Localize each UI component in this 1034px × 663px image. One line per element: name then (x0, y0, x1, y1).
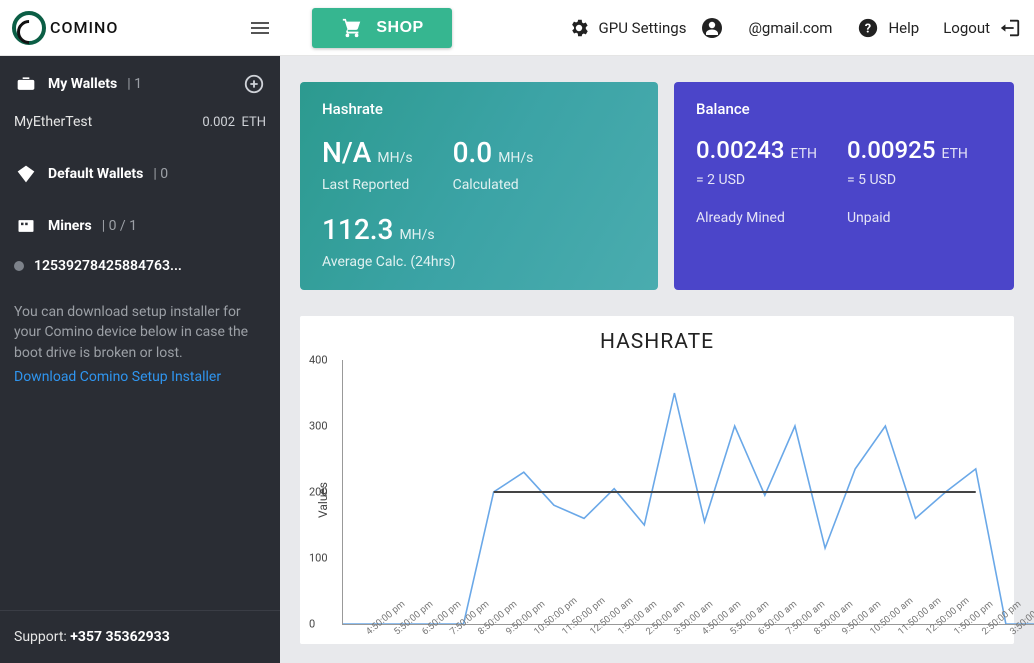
app-header: COMINO SHOP GPU Settings @gmail.com ? He… (0, 0, 1034, 56)
account-icon (700, 16, 724, 40)
menu-icon[interactable] (248, 16, 272, 40)
download-installer-link[interactable]: Download Comino Setup Installer (0, 369, 280, 385)
balance-mined: 0.00243 (696, 136, 785, 164)
miners-icon (14, 214, 38, 238)
miners-header[interactable]: Miners | 0 / 1 (0, 194, 280, 248)
sidebar: My Wallets | 1 MyEtherTest 0.002 ETH Def… (0, 56, 280, 663)
cart-icon (340, 16, 364, 40)
support-footer: Support: +357 35362933 (0, 610, 280, 663)
balance-card: Balance 0.00243ETH = 2 USD Already Mined… (674, 82, 1014, 290)
chart-title: HASHRATE (312, 330, 1002, 354)
my-wallets-header[interactable]: My Wallets | 1 (0, 56, 280, 104)
gpu-settings-link[interactable]: GPU Settings (567, 16, 725, 40)
logout-icon (998, 16, 1022, 40)
gpu-settings-label: GPU Settings (599, 19, 687, 37)
default-wallets-header[interactable]: Default Wallets | 0 (0, 140, 280, 194)
shop-button[interactable]: SHOP (312, 8, 451, 48)
hashrate-average: 112.3 (322, 213, 393, 246)
brand-name: COMINO (50, 18, 118, 37)
diamond-icon (14, 162, 38, 186)
shop-label: SHOP (376, 19, 423, 37)
wallet-balance: 0.002 ETH (202, 115, 266, 130)
logout-link[interactable]: Logout (943, 16, 1022, 40)
balance-unpaid: 0.00925 (847, 136, 936, 164)
hashrate-card: Hashrate N/AMH/s Last Reported 0.0MH/s C… (300, 82, 658, 290)
miner-item[interactable]: 12539278425884763... (0, 248, 280, 284)
brand-logo[interactable]: COMINO (12, 11, 118, 45)
card-title: Hashrate (322, 100, 636, 118)
add-wallet-button[interactable] (242, 72, 266, 96)
chart-y-label: Values (312, 360, 334, 640)
miner-name: 12539278425884763... (34, 258, 182, 274)
hashrate-last-reported: N/A (322, 136, 371, 169)
user-email[interactable]: @gmail.com (748, 19, 832, 37)
card-title: Balance (696, 100, 992, 118)
hashrate-calculated: 0.0 (453, 136, 493, 169)
svg-text:?: ? (865, 21, 871, 36)
main-content: Hashrate N/AMH/s Last Reported 0.0MH/s C… (280, 56, 1034, 663)
gear-icon (567, 16, 591, 40)
support-phone[interactable]: +357 35362933 (70, 629, 169, 645)
wallet-name: MyEtherTest (14, 114, 92, 130)
logo-icon (12, 11, 46, 45)
help-icon: ? (856, 16, 880, 40)
wallet-item[interactable]: MyEtherTest 0.002 ETH (0, 104, 280, 140)
hashrate-chart: HASHRATE Values 0100200300400 4:50:00 pm… (300, 316, 1014, 644)
wallet-icon (14, 72, 38, 96)
help-link[interactable]: ? Help (856, 16, 919, 40)
chart-plot-area: 0100200300400 (342, 360, 1034, 625)
installer-text: You can download setup installer for you… (0, 284, 280, 369)
chart-x-ticks: 4:50:00 pm5:50:00 pm6:50:00 pm7:50:00 pm… (364, 629, 1034, 640)
status-dot-icon (14, 261, 24, 271)
